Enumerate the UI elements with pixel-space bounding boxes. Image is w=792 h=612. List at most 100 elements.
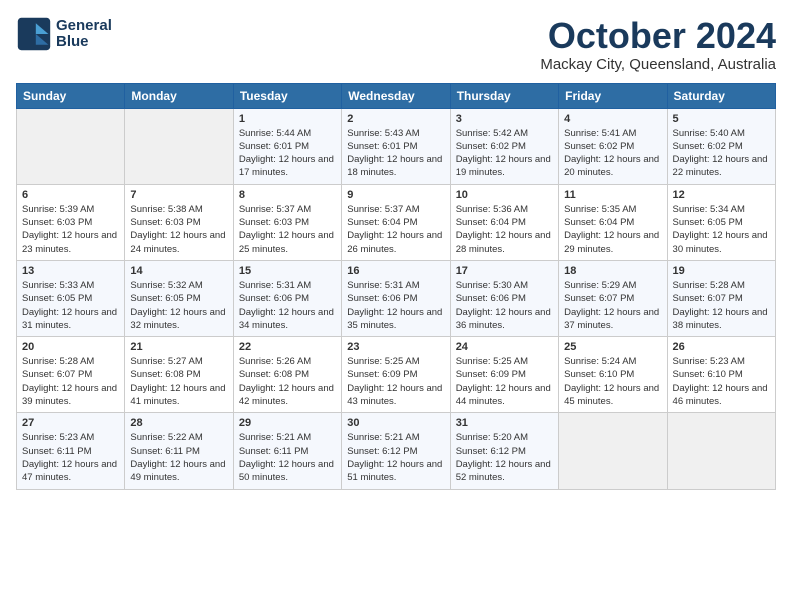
day-number: 10 bbox=[456, 189, 553, 201]
day-number: 3 bbox=[456, 113, 553, 125]
day-number: 28 bbox=[130, 417, 227, 429]
day-number: 23 bbox=[347, 341, 444, 353]
day-number: 7 bbox=[130, 189, 227, 201]
day-info: Sunrise: 5:31 AM Sunset: 6:06 PM Dayligh… bbox=[347, 279, 444, 332]
calendar-week-row: 6Sunrise: 5:39 AM Sunset: 6:03 PM Daylig… bbox=[17, 184, 776, 260]
day-number: 15 bbox=[239, 265, 336, 277]
day-number: 9 bbox=[347, 189, 444, 201]
weekday-header-thursday: Thursday bbox=[450, 83, 558, 108]
calendar-cell: 18 Sunrise: 5:29 AM Sunset: 6:07 PM Dayli… bbox=[559, 260, 667, 336]
calendar-cell: 28 Sunrise: 5:22 AM Sunset: 6:11 PM Dayli… bbox=[125, 413, 233, 489]
location-title: Mackay City, Queensland, Australia bbox=[540, 56, 776, 73]
weekday-header-tuesday: Tuesday bbox=[233, 83, 341, 108]
logo-line2: Blue bbox=[56, 34, 112, 51]
calendar-cell bbox=[125, 108, 233, 184]
day-info: Sunrise: 5:25 AM Sunset: 6:09 PM Dayligh… bbox=[347, 355, 444, 408]
day-number: 29 bbox=[239, 417, 336, 429]
title-block: October 2024 Mackay City, Queensland, Au… bbox=[540, 16, 776, 73]
day-info: Sunrise: 5:37 AM Sunset: 6:03 PM Dayligh… bbox=[239, 203, 336, 256]
calendar-cell bbox=[667, 413, 775, 489]
calendar-cell: 13 Sunrise: 5:33 AM Sunset: 6:05 PM Dayli… bbox=[17, 260, 125, 336]
weekday-header-monday: Monday bbox=[125, 83, 233, 108]
day-number: 14 bbox=[130, 265, 227, 277]
day-info: Sunrise: 5:27 AM Sunset: 6:08 PM Dayligh… bbox=[130, 355, 227, 408]
day-info: Sunrise: 5:23 AM Sunset: 6:10 PM Dayligh… bbox=[673, 355, 770, 408]
calendar-cell: 27 Sunrise: 5:23 AM Sunset: 6:11 PM Dayli… bbox=[17, 413, 125, 489]
day-info: Sunrise: 5:22 AM Sunset: 6:11 PM Dayligh… bbox=[130, 431, 227, 484]
calendar-cell bbox=[559, 413, 667, 489]
calendar-cell: 5 Sunrise: 5:40 AM Sunset: 6:02 PM Daylig… bbox=[667, 108, 775, 184]
day-info: Sunrise: 5:38 AM Sunset: 6:03 PM Dayligh… bbox=[130, 203, 227, 256]
day-info: Sunrise: 5:25 AM Sunset: 6:09 PM Dayligh… bbox=[456, 355, 553, 408]
weekday-header-sunday: Sunday bbox=[17, 83, 125, 108]
calendar-cell: 10Sunrise: 5:36 AM Sunset: 6:04 PM Dayli… bbox=[450, 184, 558, 260]
calendar-cell: 31 Sunrise: 5:20 AM Sunset: 6:12 PM Dayli… bbox=[450, 413, 558, 489]
day-info: Sunrise: 5:42 AM Sunset: 6:02 PM Dayligh… bbox=[456, 127, 553, 180]
calendar-cell: 22Sunrise: 5:26 AM Sunset: 6:08 PM Dayli… bbox=[233, 337, 341, 413]
day-number: 26 bbox=[673, 341, 770, 353]
day-number: 17 bbox=[456, 265, 553, 277]
day-number: 1 bbox=[239, 113, 336, 125]
weekday-header-friday: Friday bbox=[559, 83, 667, 108]
day-number: 22 bbox=[239, 341, 336, 353]
calendar-cell: 23 Sunrise: 5:25 AM Sunset: 6:09 PM Dayli… bbox=[342, 337, 450, 413]
calendar-week-row: 1 Sunrise: 5:44 AM Sunset: 6:01 PM Daylig… bbox=[17, 108, 776, 184]
calendar-cell: 15Sunrise: 5:31 AM Sunset: 6:06 PM Dayli… bbox=[233, 260, 341, 336]
calendar-cell: 7 Sunrise: 5:38 AM Sunset: 6:03 PM Daylig… bbox=[125, 184, 233, 260]
calendar-cell bbox=[17, 108, 125, 184]
day-info: Sunrise: 5:29 AM Sunset: 6:07 PM Dayligh… bbox=[564, 279, 661, 332]
calendar-cell: 14 Sunrise: 5:32 AM Sunset: 6:05 PM Dayli… bbox=[125, 260, 233, 336]
month-title: October 2024 bbox=[540, 16, 776, 56]
calendar-cell: 16 Sunrise: 5:31 AM Sunset: 6:06 PM Dayli… bbox=[342, 260, 450, 336]
day-number: 5 bbox=[673, 113, 770, 125]
calendar-cell: 17 Sunrise: 5:30 AM Sunset: 6:06 PM Dayli… bbox=[450, 260, 558, 336]
day-number: 19 bbox=[673, 265, 770, 277]
calendar-cell: 1 Sunrise: 5:44 AM Sunset: 6:01 PM Daylig… bbox=[233, 108, 341, 184]
logo-line1: General bbox=[56, 18, 112, 35]
day-info: Sunrise: 5:40 AM Sunset: 6:02 PM Dayligh… bbox=[673, 127, 770, 180]
calendar-cell: 11 Sunrise: 5:35 AM Sunset: 6:04 PM Dayli… bbox=[559, 184, 667, 260]
day-info: Sunrise: 5:21 AM Sunset: 6:12 PM Dayligh… bbox=[347, 431, 444, 484]
day-number: 20 bbox=[22, 341, 119, 353]
calendar-cell: 6Sunrise: 5:39 AM Sunset: 6:03 PM Daylig… bbox=[17, 184, 125, 260]
day-info: Sunrise: 5:28 AM Sunset: 6:07 PM Dayligh… bbox=[22, 355, 119, 408]
day-number: 18 bbox=[564, 265, 661, 277]
calendar-cell: 9Sunrise: 5:37 AM Sunset: 6:04 PM Daylig… bbox=[342, 184, 450, 260]
day-info: Sunrise: 5:41 AM Sunset: 6:02 PM Dayligh… bbox=[564, 127, 661, 180]
calendar-cell: 30 Sunrise: 5:21 AM Sunset: 6:12 PM Dayli… bbox=[342, 413, 450, 489]
day-number: 2 bbox=[347, 113, 444, 125]
day-number: 11 bbox=[564, 189, 661, 201]
weekday-header-wednesday: Wednesday bbox=[342, 83, 450, 108]
logo-text: General Blue bbox=[56, 18, 112, 51]
calendar-week-row: 20 Sunrise: 5:28 AM Sunset: 6:07 PM Dayli… bbox=[17, 337, 776, 413]
weekday-header-saturday: Saturday bbox=[667, 83, 775, 108]
calendar-cell: 24 Sunrise: 5:25 AM Sunset: 6:09 PM Dayli… bbox=[450, 337, 558, 413]
calendar-week-row: 13 Sunrise: 5:33 AM Sunset: 6:05 PM Dayli… bbox=[17, 260, 776, 336]
day-info: Sunrise: 5:33 AM Sunset: 6:05 PM Dayligh… bbox=[22, 279, 119, 332]
day-number: 24 bbox=[456, 341, 553, 353]
calendar-cell: 3 Sunrise: 5:42 AM Sunset: 6:02 PM Daylig… bbox=[450, 108, 558, 184]
day-info: Sunrise: 5:44 AM Sunset: 6:01 PM Dayligh… bbox=[239, 127, 336, 180]
calendar-cell: 4 Sunrise: 5:41 AM Sunset: 6:02 PM Daylig… bbox=[559, 108, 667, 184]
day-number: 16 bbox=[347, 265, 444, 277]
day-info: Sunrise: 5:35 AM Sunset: 6:04 PM Dayligh… bbox=[564, 203, 661, 256]
day-info: Sunrise: 5:23 AM Sunset: 6:11 PM Dayligh… bbox=[22, 431, 119, 484]
day-number: 13 bbox=[22, 265, 119, 277]
weekday-header-row: SundayMondayTuesdayWednesdayThursdayFrid… bbox=[17, 83, 776, 108]
day-info: Sunrise: 5:39 AM Sunset: 6:03 PM Dayligh… bbox=[22, 203, 119, 256]
page-header: General Blue October 2024 Mackay City, Q… bbox=[16, 16, 776, 73]
calendar-cell: 12Sunrise: 5:34 AM Sunset: 6:05 PM Dayli… bbox=[667, 184, 775, 260]
day-number: 31 bbox=[456, 417, 553, 429]
day-number: 30 bbox=[347, 417, 444, 429]
day-info: Sunrise: 5:20 AM Sunset: 6:12 PM Dayligh… bbox=[456, 431, 553, 484]
calendar-cell: 20 Sunrise: 5:28 AM Sunset: 6:07 PM Dayli… bbox=[17, 337, 125, 413]
logo: General Blue bbox=[16, 16, 112, 52]
day-info: Sunrise: 5:43 AM Sunset: 6:01 PM Dayligh… bbox=[347, 127, 444, 180]
day-info: Sunrise: 5:21 AM Sunset: 6:11 PM Dayligh… bbox=[239, 431, 336, 484]
day-number: 4 bbox=[564, 113, 661, 125]
day-info: Sunrise: 5:30 AM Sunset: 6:06 PM Dayligh… bbox=[456, 279, 553, 332]
calendar-cell: 25Sunrise: 5:24 AM Sunset: 6:10 PM Dayli… bbox=[559, 337, 667, 413]
calendar-cell: 2 Sunrise: 5:43 AM Sunset: 6:01 PM Daylig… bbox=[342, 108, 450, 184]
day-number: 27 bbox=[22, 417, 119, 429]
day-info: Sunrise: 5:32 AM Sunset: 6:05 PM Dayligh… bbox=[130, 279, 227, 332]
